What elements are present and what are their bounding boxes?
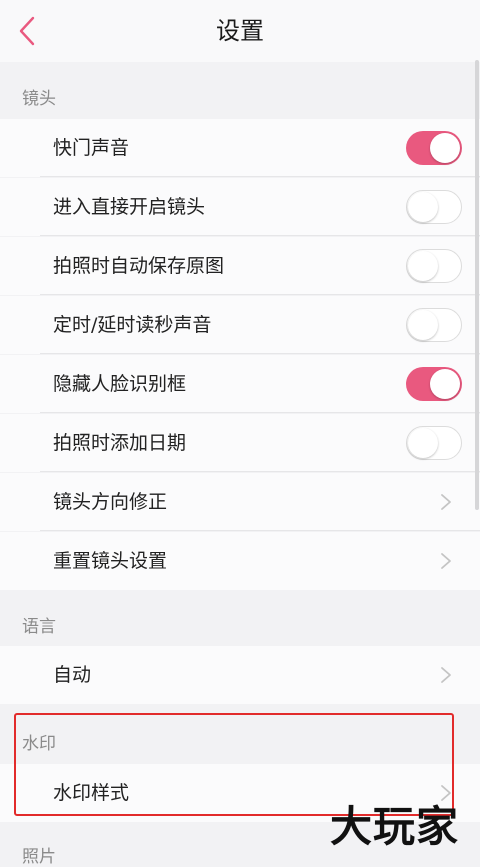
section-label-photo: 照片 bbox=[22, 847, 56, 867]
toggle-switch-on[interactable] bbox=[406, 131, 462, 165]
setting-row-add-date[interactable]: 拍照时添加日期 bbox=[0, 414, 480, 472]
toggle-knob bbox=[430, 133, 460, 163]
chevron-right-icon bbox=[441, 494, 451, 510]
toggle-switch-off[interactable] bbox=[406, 308, 462, 342]
divider bbox=[40, 471, 480, 472]
setting-row-language-auto[interactable]: 自动 bbox=[0, 646, 480, 704]
setting-row-lens-orientation[interactable]: 镜头方向修正 bbox=[0, 473, 480, 531]
logo-watermark: 大玩家 bbox=[330, 802, 460, 851]
toggle-switch-off[interactable] bbox=[406, 190, 462, 224]
setting-label: 镜头方向修正 bbox=[53, 491, 168, 513]
chevron-right-icon bbox=[441, 553, 451, 569]
divider bbox=[40, 530, 480, 531]
setting-label: 拍照时自动保存原图 bbox=[53, 255, 225, 277]
section-label-lens: 镜头 bbox=[22, 89, 56, 109]
setting-label: 重置镜头设置 bbox=[53, 550, 168, 572]
divider bbox=[40, 412, 480, 413]
page-title: 设置 bbox=[216, 17, 264, 45]
toggle-knob bbox=[408, 192, 438, 222]
setting-label: 水印样式 bbox=[53, 782, 130, 804]
toggle-switch-off[interactable] bbox=[406, 426, 462, 460]
toggle-knob bbox=[408, 251, 438, 281]
setting-label: 自动 bbox=[53, 664, 92, 686]
toggle-knob bbox=[408, 428, 438, 458]
divider bbox=[40, 235, 480, 236]
toggle-knob bbox=[430, 369, 460, 399]
setting-label: 快门声音 bbox=[53, 137, 130, 159]
toggle-switch-on[interactable] bbox=[406, 367, 462, 401]
setting-label: 隐藏人脸识别框 bbox=[53, 373, 187, 395]
section-label-watermark: 水印 bbox=[22, 734, 56, 754]
setting-row-open-camera-directly[interactable]: 进入直接开启镜头 bbox=[0, 178, 480, 236]
setting-label: 进入直接开启镜头 bbox=[53, 196, 206, 218]
setting-row-auto-save-original[interactable]: 拍照时自动保存原图 bbox=[0, 237, 480, 295]
setting-label: 拍照时添加日期 bbox=[53, 432, 187, 454]
setting-row-shutter-sound[interactable]: 快门声音 bbox=[0, 119, 480, 177]
divider bbox=[40, 353, 480, 354]
section-label-language: 语言 bbox=[22, 617, 56, 637]
chevron-right-icon bbox=[441, 667, 451, 683]
header-bar: 设置 bbox=[0, 0, 480, 62]
divider bbox=[40, 294, 480, 295]
toggle-knob bbox=[408, 310, 438, 340]
divider bbox=[40, 176, 480, 177]
toggle-switch-off[interactable] bbox=[406, 249, 462, 283]
setting-row-timer-countdown-sound[interactable]: 定时/延时读秒声音 bbox=[0, 296, 480, 354]
setting-row-reset-lens[interactable]: 重置镜头设置 bbox=[0, 532, 480, 590]
setting-label: 定时/延时读秒声音 bbox=[53, 314, 212, 336]
scrollbar[interactable] bbox=[475, 60, 479, 510]
setting-row-hide-face-frame[interactable]: 隐藏人脸识别框 bbox=[0, 355, 480, 413]
